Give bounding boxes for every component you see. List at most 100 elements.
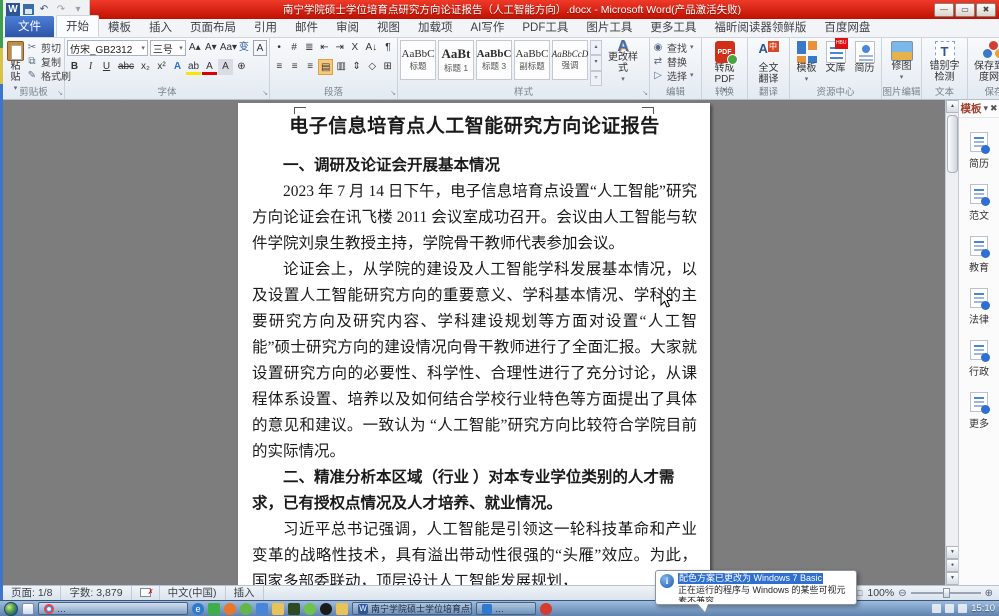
taskbar-app-window[interactable]: … (476, 602, 536, 615)
styles-scroll-up-button[interactable]: ▴ (590, 40, 602, 55)
distribute-button[interactable]: ▥ (334, 59, 348, 75)
panel-item-sample-essay[interactable]: 范文 (959, 184, 999, 222)
line-spacing-button[interactable]: ⇕ (350, 59, 364, 75)
grow-font-button[interactable]: A▴ (188, 40, 202, 56)
taskbar-green-app-icon[interactable] (208, 603, 220, 615)
clipboard-dialog-launcher[interactable]: ↘ (57, 89, 63, 97)
taskbar-folder2-icon[interactable] (336, 603, 348, 615)
taskbar-chrome-window[interactable]: … (38, 602, 188, 615)
strikethrough-button[interactable]: abc (115, 59, 137, 75)
subscript-button[interactable]: x₂ (138, 59, 153, 75)
font-family-select[interactable]: 仿宋_GB2312▾ (67, 40, 148, 56)
document-scrollbar[interactable]: ▲ ▼ ● ▼ (945, 100, 958, 585)
word-count[interactable]: 字数: 3,879 (61, 586, 131, 601)
tab-picture-tools[interactable]: 图片工具 (577, 17, 641, 37)
italic-button[interactable]: I (83, 59, 98, 75)
resume-button[interactable]: 简历 (850, 40, 879, 86)
style-item-emphasis[interactable]: AaBbCcD 强调 (552, 40, 588, 80)
borders-button[interactable]: ⊞ (380, 59, 394, 75)
shrink-font-button[interactable]: A▾ (204, 40, 218, 56)
highlight-color-button[interactable]: ab (186, 59, 201, 75)
replace-button[interactable]: ⇄替换 (652, 54, 699, 68)
tab-page-layout[interactable]: 页面布局 (181, 17, 245, 37)
panel-item-more[interactable]: 更多 (959, 392, 999, 430)
close-button[interactable]: ✖ (976, 3, 996, 17)
maximize-button[interactable]: ▭ (955, 3, 975, 17)
asian-layout-button[interactable]: X (348, 40, 362, 56)
taskbar-blue-folder-icon[interactable] (256, 603, 268, 615)
tab-home[interactable]: 开始 (56, 15, 99, 37)
styles-dialog-launcher[interactable]: ↘ (642, 89, 648, 97)
multilevel-list-button[interactable]: ≣ (302, 40, 316, 56)
taskbar-notepad-icon[interactable] (288, 603, 300, 615)
taskbar-ie-icon[interactable]: e (192, 603, 204, 615)
notification-balloon[interactable]: i 配色方案已更改为 Windows 7 Basic 正在运行的程序与 Wind… (655, 570, 857, 605)
find-button[interactable]: ◉查找▾ (652, 40, 699, 54)
character-shading-button[interactable]: A (218, 59, 233, 75)
style-item-heading1[interactable]: AaBt 标题 1 (438, 40, 474, 80)
spellcheck-status[interactable] (132, 586, 160, 601)
library-button[interactable]: HBU 文库 (821, 40, 850, 86)
minimize-button[interactable]: — (934, 3, 954, 17)
superscript-button[interactable]: x² (154, 59, 169, 75)
styles-scroll-down-button[interactable]: ▾ (590, 55, 602, 70)
clock[interactable]: 15:10 (971, 603, 995, 614)
justify-button[interactable]: ▤ (318, 59, 333, 75)
tray-icon-2[interactable] (945, 604, 954, 613)
panel-item-administrative[interactable]: 行政 (959, 340, 999, 378)
tab-mailings[interactable]: 邮件 (286, 17, 327, 37)
typo-check-button[interactable]: T 错别字 检测 (924, 40, 965, 84)
tray-icon-1[interactable] (932, 604, 941, 613)
select-button[interactable]: ▷选择▾ (652, 68, 699, 82)
taskbar-folder-icon[interactable] (272, 603, 284, 615)
font-dialog-launcher[interactable]: ↘ (262, 89, 268, 97)
tab-more-tools[interactable]: 更多工具 (641, 17, 705, 37)
panel-item-law[interactable]: 法律 (959, 288, 999, 326)
tab-template[interactable]: 模板 (99, 17, 140, 37)
tab-foxit[interactable]: 福昕阅读器领鲜版 (705, 17, 815, 37)
full-translate-button[interactable]: A中 全文 翻译 (750, 40, 787, 86)
tab-addins[interactable]: 加载项 (409, 17, 462, 37)
word-app-icon[interactable]: W (6, 3, 20, 17)
decrease-indent-button[interactable]: ⇤ (317, 40, 331, 56)
panel-item-resume[interactable]: 简历 (959, 132, 999, 170)
tab-ai-writing[interactable]: AI写作 (462, 17, 514, 37)
phonetic-guide-button[interactable]: 变 (237, 40, 251, 56)
draft-view-icon[interactable]: □ (856, 588, 863, 598)
tab-review[interactable]: 审阅 (327, 17, 368, 37)
style-item-heading3[interactable]: AaBbC 标题 3 (476, 40, 512, 80)
taskbar-qq-icon[interactable] (320, 603, 332, 615)
taskbar-360-icon[interactable] (240, 603, 252, 615)
photo-edit-button[interactable]: 修图 ▾ (884, 40, 919, 84)
sort-button[interactable]: A↓ (363, 40, 380, 56)
style-item-subtitle[interactable]: AaBbC 副标题 (514, 40, 550, 80)
start-button[interactable] (4, 602, 18, 616)
taskbar-red-tray-icon[interactable] (540, 603, 552, 615)
template-panel-close-icon[interactable]: ✖ (990, 103, 998, 114)
style-item-title[interactable]: AaBbC 标题 (400, 40, 436, 80)
tab-view[interactable]: 视图 (368, 17, 409, 37)
save-icon[interactable] (23, 4, 34, 15)
zoom-out-button[interactable]: ⊖ (898, 588, 906, 599)
zoom-slider[interactable] (911, 592, 981, 594)
align-left-button[interactable]: ≡ (272, 59, 286, 75)
show-marks-button[interactable]: ¶ (381, 40, 395, 56)
zoom-in-button[interactable]: ⊕ (985, 588, 993, 599)
tab-baidu-netdisk[interactable]: 百度网盘 (815, 17, 879, 37)
change-case-button[interactable]: Aa▾ (220, 40, 235, 56)
taskbar-green-round-icon[interactable] (304, 603, 316, 615)
template-panel-dropdown-icon[interactable]: ▾ (983, 103, 988, 114)
zoom-slider-thumb[interactable] (943, 588, 950, 598)
taskbar-firefox-icon[interactable] (224, 603, 236, 615)
align-center-button[interactable]: ≡ (287, 59, 301, 75)
bullets-button[interactable]: • (272, 40, 286, 56)
save-to-baidu-button[interactable]: 保存到百 度网盘 (970, 40, 999, 84)
zoom-level[interactable]: 100% (867, 587, 894, 599)
increase-indent-button[interactable]: ⇥ (333, 40, 347, 56)
tray-icon-3[interactable] (958, 604, 967, 613)
bold-button[interactable]: B (67, 59, 82, 75)
shading-button[interactable]: ◇ (365, 59, 379, 75)
templates-button[interactable]: 模板 ▾ (792, 40, 821, 86)
panel-item-education[interactable]: 教育 (959, 236, 999, 274)
tab-pdf-tools[interactable]: PDF工具 (513, 17, 577, 37)
